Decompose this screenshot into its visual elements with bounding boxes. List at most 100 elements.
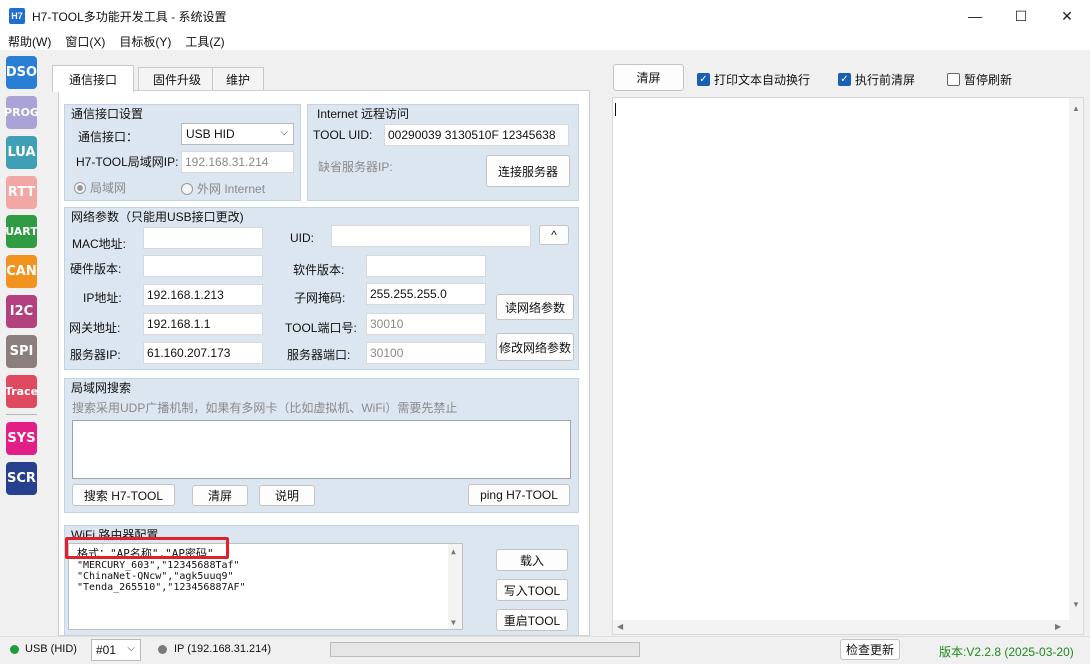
text-cursor [615,103,616,116]
internet-access-title: Internet 远程访问 [317,107,410,121]
radio-lan-label: 局域网 [90,181,127,195]
pause-refresh-checkbox[interactable]: 暂停刷新 [947,71,1012,88]
wifi-load-button[interactable]: 载入 [496,549,568,571]
title-bar: H7 H7-TOOL多功能开发工具 - 系统设置 — ☐ ✕ [0,0,1090,32]
tool-port-field[interactable]: 30010 [366,313,486,335]
iface-select-value: USB HID [186,127,235,141]
mac-field[interactable] [143,227,263,249]
wifi-entry-line: "ChinaNet-QNcw","agk5uuq9" [77,571,234,582]
radio-lan[interactable]: 局域网 [74,179,126,196]
read-network-button[interactable]: 读网络参数 [496,294,574,320]
scroll-left-icon[interactable]: ◀ [617,622,623,631]
menu-window[interactable]: 窗口(X) [65,33,105,50]
wifi-editor-scrollbar[interactable]: ▲ ▼ [448,544,462,629]
sidebar-i2c-button[interactable]: I2C [6,295,37,328]
lan-help-button[interactable]: 说明 [259,485,315,506]
tool-uid-field[interactable]: 00290039 3130510F 12345638 [384,124,569,146]
network-params-title: 网络参数（只能用USB接口更改) [71,210,244,224]
output-vertical-scrollbar[interactable]: ▲ ▼ [1069,98,1083,634]
sidebar-prog-button[interactable]: PROG [4,96,39,129]
server-port-field[interactable]: 30100 [366,342,486,364]
subnet-mask-field[interactable]: 255.255.255.0 [366,283,486,305]
sidebar-spi-button[interactable]: SPI [6,335,37,368]
checkbox-checked-icon: ✓ [838,73,851,86]
tab-comm-interface[interactable]: 通信接口 [52,65,134,92]
sidebar-can-button[interactable]: CAN [6,255,37,288]
iface-select[interactable]: USB HID ⌵ [181,123,294,145]
radio-wan[interactable]: 外网 Internet [181,180,265,197]
window-title: H7-TOOL多功能开发工具 - 系统设置 [32,9,227,24]
progress-bar [330,642,640,657]
usb-status-text: USB (HID) [25,643,77,655]
app-icon: H7 [9,8,25,24]
search-h7tool-button[interactable]: 搜索 H7-TOOL [72,484,175,506]
tool-port-label: TOOL端口号: [285,321,357,335]
wifi-write-button[interactable]: 写入TOOL [496,579,568,601]
sidebar-scr-button[interactable]: SCR [6,462,37,495]
uid-label: UID: [290,231,314,245]
maximize-button[interactable]: ☐ [998,0,1044,32]
tab-firmware-upgrade[interactable]: 固件升级 [138,67,216,91]
default-server-label: 缺省服务器IP: [318,160,393,174]
checkbox-unchecked-icon [947,73,960,86]
lan-clear-button[interactable]: 清屏 [192,485,248,506]
check-update-button[interactable]: 检查更新 [840,639,900,660]
tab-maintenance[interactable]: 维护 [212,67,264,91]
gateway-label: 网关地址: [69,321,121,335]
sidebar-uart-button[interactable]: UART [5,215,38,248]
scroll-right-icon[interactable]: ▶ [1055,622,1061,631]
comm-interface-group: 通信接口设置 通信接口： USB HID ⌵ H7-TOOL局域网IP: 192… [64,104,301,201]
highlight-box [65,537,229,559]
uid-expand-button[interactable]: ^ [539,225,569,245]
wrap-text-checkbox[interactable]: ✓ 打印文本自动换行 [697,71,810,88]
menu-tools[interactable]: 工具(Z) [185,33,224,50]
scroll-up-icon[interactable]: ▲ [1072,104,1080,113]
ip-status-text: IP (192.168.31.214) [174,643,272,655]
hw-version-field[interactable] [143,255,263,277]
radio-lan-dot [74,181,86,194]
connect-server-button[interactable]: 连接服务器 [486,155,570,187]
menu-bar: 帮助(W) 窗口(X) 目标板(Y) 工具(Z) [0,32,1090,50]
sidebar-dso-button[interactable]: DSO [6,56,37,89]
lan-ip-label: H7-TOOL局域网IP: [76,155,179,169]
tool-uid-label: TOOL UID: [313,128,373,142]
lan-search-results[interactable] [72,420,571,479]
close-button[interactable]: ✕ [1044,0,1090,32]
wifi-restart-button[interactable]: 重启TOOL [496,609,568,631]
device-select[interactable]: #01 ⌵ [91,639,141,661]
gateway-field[interactable]: 192.168.1.1 [143,313,263,335]
server-ip-field[interactable]: 61.160.207.173 [143,342,263,364]
sidebar: DSO PROG LUA RTT UART CAN I2C SPI Trace … [0,50,44,636]
output-text-area[interactable]: ▲ ▼ ◀ ▶ [612,97,1084,635]
iface-label: 通信接口： [78,130,139,144]
ip-label: IP地址: [83,291,122,305]
menu-help[interactable]: 帮助(W) [8,33,51,50]
minimize-button[interactable]: — [952,0,998,32]
sw-version-field[interactable] [366,255,486,277]
server-ip-label: 服务器IP: [70,348,121,362]
scroll-down-icon[interactable]: ▼ [1072,600,1080,609]
scroll-down-icon[interactable]: ▼ [451,617,456,628]
lan-search-hint: 搜索采用UDP广播机制，如果有多网卡（比如虚拟机、WiFi）需要先禁止 [72,401,458,415]
lan-ip-field[interactable]: 192.168.31.214 [181,151,294,173]
output-horizontal-scrollbar[interactable]: ◀ ▶ [613,620,1069,634]
sidebar-sys-button[interactable]: SYS [6,422,37,455]
clear-before-run-label: 执行前清屏 [855,73,916,87]
status-bar: USB (HID) #01 ⌵ IP (192.168.31.214) 检查更新… [0,636,1090,664]
sidebar-rtt-button[interactable]: RTT [6,176,37,209]
mac-label: MAC地址: [72,237,127,251]
sidebar-trace-button[interactable]: Trace [5,375,38,408]
menu-target-board[interactable]: 目标板(Y) [119,33,171,50]
output-clear-button[interactable]: 清屏 [613,64,684,91]
radio-wan-label: 外网 Internet [197,182,266,196]
sidebar-divider [6,414,37,415]
scroll-up-icon[interactable]: ▲ [451,546,456,557]
ping-h7tool-button[interactable]: ping H7-TOOL [468,484,570,506]
sidebar-lua-button[interactable]: LUA [6,136,37,169]
ip-field[interactable]: 192.168.1.213 [143,284,263,306]
clear-before-run-checkbox[interactable]: ✓ 执行前清屏 [838,71,915,88]
uid-field[interactable] [331,225,531,247]
modify-network-button[interactable]: 修改网络参数 [496,333,574,361]
lan-search-title: 局域网搜索 [71,381,132,395]
sw-version-label: 软件版本: [293,263,345,277]
